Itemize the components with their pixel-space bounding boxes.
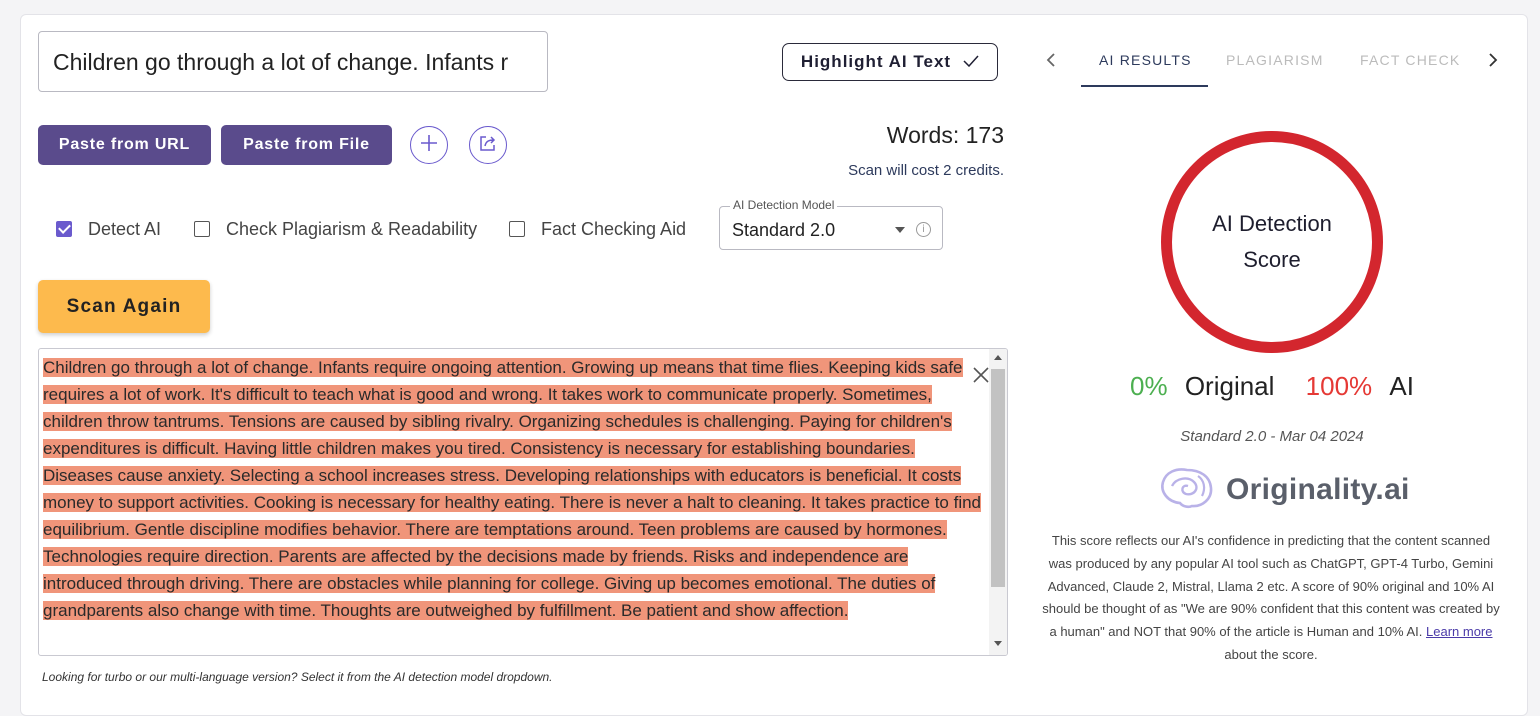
plagiarism-option[interactable]: Check Plagiarism & Readability bbox=[194, 216, 477, 242]
chevron-left-icon[interactable] bbox=[1045, 52, 1059, 68]
content-text[interactable]: Children go through a lot of change. Inf… bbox=[43, 354, 983, 624]
word-count: Words: 173 bbox=[886, 122, 1004, 148]
scan-cost-credits: 2 credits bbox=[943, 162, 1000, 179]
scan-again-button[interactable]: Scan Again bbox=[38, 280, 210, 333]
fact-check-checkbox[interactable] bbox=[509, 221, 525, 237]
ai-detection-model-value: Standard 2.0 bbox=[732, 220, 836, 240]
paste-from-file-button[interactable]: Paste from File bbox=[221, 125, 392, 165]
model-and-date: Standard 2.0 - Mar 04 2024 bbox=[1180, 428, 1364, 445]
close-icon[interactable] bbox=[971, 365, 991, 385]
ai-detection-score-ring: AI Detection Score bbox=[1161, 131, 1383, 353]
ai-detection-model-legend: AI Detection Model bbox=[730, 198, 838, 212]
learn-more-link[interactable]: Learn more bbox=[1426, 624, 1492, 639]
textarea-scrollbar[interactable] bbox=[989, 349, 1007, 655]
disclaimer-suffix: about the score. bbox=[1224, 646, 1318, 662]
check-icon bbox=[963, 52, 979, 72]
fact-check-option[interactable]: Fact Checking Aid bbox=[509, 216, 686, 242]
caret-down-icon[interactable] bbox=[895, 227, 905, 233]
tab-ai-results[interactable]: AI RESULTS bbox=[1099, 52, 1192, 68]
scan-cost: Scan will cost 2 credits. bbox=[848, 162, 1004, 179]
scan-cost-prefix: Scan will cost bbox=[848, 162, 944, 179]
score-summary: 0% Original 100% AI bbox=[1030, 371, 1514, 402]
model-hint: Looking for turbo or our multi-language … bbox=[42, 670, 553, 684]
highlight-ai-text-button[interactable]: Highlight AI Text bbox=[782, 43, 998, 81]
detect-ai-checkbox[interactable] bbox=[56, 221, 72, 237]
original-label: Original bbox=[1184, 371, 1275, 401]
content-textarea[interactable]: Children go through a lot of change. Inf… bbox=[38, 348, 1008, 656]
scroll-up-icon[interactable] bbox=[994, 355, 1002, 360]
highlight-ai-text-label: Highlight AI Text bbox=[800, 52, 952, 71]
add-content-button[interactable] bbox=[410, 126, 448, 164]
plagiarism-checkbox[interactable] bbox=[194, 221, 210, 237]
score-ring-title: AI Detection Score bbox=[1212, 211, 1332, 272]
active-tab-indicator bbox=[1081, 85, 1208, 87]
ai-detection-model-select[interactable]: AI Detection Model Standard 2.0 i bbox=[719, 198, 943, 250]
document-title-input[interactable]: Children go through a lot of change. Inf… bbox=[38, 31, 548, 92]
detect-ai-label: Detect AI bbox=[88, 218, 162, 239]
original-percent: 0% bbox=[1130, 371, 1168, 401]
scroll-thumb[interactable] bbox=[991, 369, 1005, 587]
originality-logo: Originality.ai bbox=[1158, 466, 1410, 514]
scroll-down-icon[interactable] bbox=[994, 641, 1002, 646]
tab-fact-check[interactable]: FACT CHECK bbox=[1360, 52, 1460, 68]
score-disclaimer: This score reflects our AI's confidence … bbox=[1040, 530, 1502, 667]
share-icon bbox=[478, 133, 498, 158]
paste-from-url-button[interactable]: Paste from URL bbox=[38, 125, 211, 165]
scan-cost-suffix: . bbox=[999, 162, 1004, 179]
fact-check-label: Fact Checking Aid bbox=[541, 218, 687, 239]
plagiarism-label: Check Plagiarism & Readability bbox=[226, 218, 478, 239]
info-icon[interactable]: i bbox=[916, 222, 931, 237]
highlighted-ai-text: Children go through a lot of change. Inf… bbox=[43, 358, 982, 620]
tab-plagiarism[interactable]: PLAGIARISM bbox=[1226, 52, 1324, 68]
detect-ai-option[interactable]: Detect AI bbox=[56, 216, 161, 242]
plus-icon bbox=[419, 133, 439, 158]
ai-percent: 100% bbox=[1305, 371, 1373, 401]
brand-name: Originality.ai bbox=[1226, 473, 1410, 506]
brain-icon bbox=[1158, 466, 1216, 515]
ai-label: AI bbox=[1389, 371, 1414, 401]
chevron-right-icon[interactable] bbox=[1486, 52, 1500, 68]
share-button[interactable] bbox=[469, 126, 507, 164]
